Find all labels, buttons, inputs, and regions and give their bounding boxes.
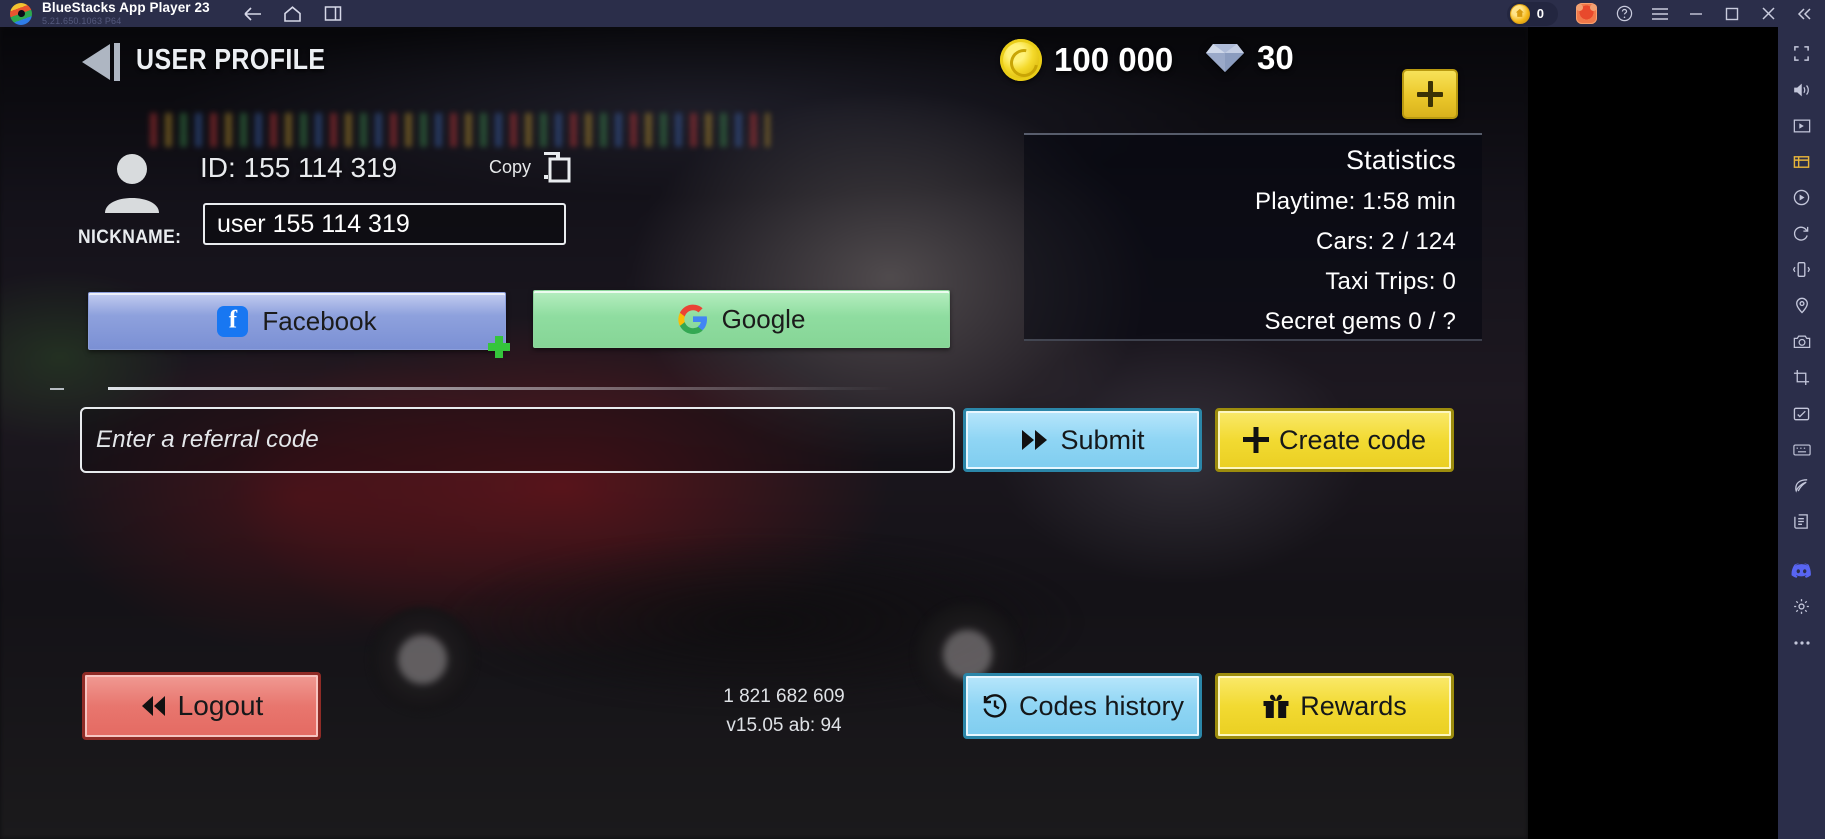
camera-icon[interactable] [1783,325,1821,358]
add-currency-button[interactable] [1402,69,1458,119]
back-button[interactable] [76,41,124,83]
page-title: USER PROFILE [136,44,326,76]
location-icon[interactable] [1783,289,1821,322]
double-arrow-icon [1022,430,1048,450]
background-bunting [150,113,770,147]
coin-amount: 100 000 [1054,41,1174,78]
app-title-group: BlueStacks App Player 23 5.21.650.1063 P… [42,1,210,26]
eco-mode-icon[interactable] [1783,469,1821,502]
gem-amount: 30 [1257,39,1294,76]
mouse-cursor-icon [488,336,510,358]
copy-id-button[interactable]: Copy [489,151,571,183]
submit-label: Submit [1060,424,1145,455]
referral-code-input[interactable]: Enter a referral code [80,407,955,473]
coin-icon [1000,39,1042,81]
macro-icon[interactable] [1783,397,1821,430]
bluestacks-coin-icon [1509,3,1530,24]
app-version: 5.21.650.1063 P64 [42,15,122,26]
history-clock-icon [983,694,1007,718]
discord-icon[interactable] [1783,554,1821,587]
build-number: 1 821 682 609 [723,686,845,707]
logout-label: Logout [177,690,264,721]
sidebar-divider [1783,541,1821,551]
script-icon[interactable] [1783,505,1821,538]
help-icon[interactable] [1607,0,1641,27]
bluestacks-coin-count: 0 [1536,6,1544,21]
titlebar-nav [238,2,348,26]
collapse-icon[interactable] [1787,0,1821,27]
create-code-label: Create code [1278,424,1427,455]
gem-balance: 30 [1205,39,1294,77]
menu-icon[interactable] [1643,0,1677,27]
google-login-button[interactable]: Google [533,290,950,348]
bluestacks-sidebar [1778,27,1825,839]
stat-secret-gems: Secret gems 0 / ? [1264,308,1456,335]
volume-icon[interactable] [1783,73,1821,106]
rotate-icon[interactable] [1783,217,1821,250]
referral-placeholder: Enter a referral code [96,426,319,453]
facebook-login-button[interactable]: Facebook [88,292,506,350]
minimize-icon[interactable] [1679,0,1713,27]
logout-button[interactable]: Logout [82,672,321,740]
app-version-text: v15.05 ab: 94 [726,715,842,737]
screenshot-icon[interactable] [1783,109,1821,142]
back-arrow-icon[interactable] [238,2,268,26]
multi-instance-icon[interactable] [318,2,348,26]
facebook-label: Facebook [262,305,377,336]
rewards-label: Rewards [1300,690,1407,721]
codes-history-button[interactable]: Codes history [963,673,1202,739]
user-id: ID: 155 114 319 [200,152,398,183]
maximize-icon[interactable] [1715,0,1749,27]
google-icon [677,304,707,334]
facebook-icon [217,305,249,337]
version-info: 1 821 682 609 v15.05 ab: 94 [684,682,884,741]
media-manager-icon[interactable] [1783,145,1821,178]
bluestacks-logo-icon [10,2,32,25]
crop-icon[interactable] [1783,361,1821,394]
nickname-label: NICKNAME: [78,227,182,248]
game-viewport: USER PROFILE 100 000 30 Statistics Playt… [0,27,1528,839]
shake-icon[interactable] [1783,253,1821,286]
stat-playtime: Playtime: 1:58 min [1254,188,1456,215]
bluestacks-bear-icon[interactable] [1576,3,1597,24]
create-code-button[interactable]: Create code [1215,408,1454,472]
rewards-button[interactable]: Rewards [1215,673,1454,739]
bluestacks-titlebar: BlueStacks App Player 23 5.21.650.1063 P… [0,0,1825,27]
double-arrow-left-icon [141,696,165,716]
google-label: Google [721,303,806,334]
background-wheel-left [370,607,475,712]
gift-icon [1263,694,1289,718]
codes-history-label: Codes history [1018,690,1185,721]
copy-label: Copy [489,156,532,177]
record-icon[interactable] [1783,181,1821,214]
bluestacks-coin-pill[interactable]: 0 [1506,1,1558,26]
plus-icon [1242,427,1269,453]
stat-cars: Cars: 2 / 124 [1315,228,1456,255]
titlebar-right-group: 0 [1506,0,1825,27]
submit-button[interactable]: Submit [963,408,1202,472]
nickname-input[interactable]: user 155 114 319 [203,203,566,245]
copy-icon [544,152,571,183]
gem-icon [1206,44,1244,72]
keymap-icon[interactable] [1783,433,1821,466]
nickname-value: user 155 114 319 [217,209,410,238]
stat-taxi-trips: Taxi Trips: 0 [1325,268,1456,295]
settings-icon[interactable] [1783,590,1821,623]
statistics-panel: Statistics Playtime: 1:58 min Cars: 2 / … [1024,133,1482,341]
coin-balance: 100 000 [1000,39,1173,81]
app-title: BlueStacks App Player 23 [42,0,210,16]
home-icon[interactable] [278,2,308,26]
section-divider [108,387,894,390]
close-icon[interactable] [1751,0,1785,27]
game-header: USER PROFILE 100 000 30 [0,27,1528,119]
statistics-title: Statistics [1345,145,1456,175]
avatar [105,154,159,213]
divider-dash [50,388,64,390]
fullscreen-icon[interactable] [1783,37,1821,70]
more-icon[interactable] [1783,626,1821,659]
